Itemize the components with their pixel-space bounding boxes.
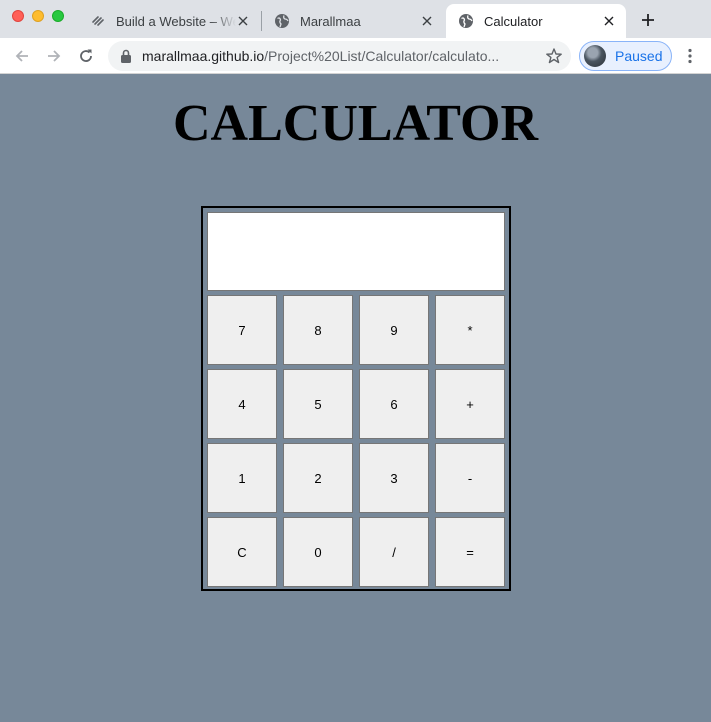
- url-host: marallmaa.github.io: [142, 48, 265, 64]
- browser-toolbar: marallmaa.github.io/Project%20List/Calcu…: [0, 38, 711, 74]
- tab-build-a-website[interactable]: Build a Website – We: [78, 4, 260, 38]
- url-path: /Project%20List/Calculator/calculato...: [264, 48, 500, 64]
- key-0[interactable]: 0: [283, 517, 353, 587]
- globe-icon: [458, 13, 474, 29]
- tab-title: Build a Website – We: [116, 13, 236, 29]
- profile-button[interactable]: Paused: [579, 41, 672, 71]
- key-8[interactable]: 8: [283, 295, 353, 365]
- reload-icon: [80, 49, 92, 62]
- key-4[interactable]: 4: [207, 369, 277, 439]
- profile-status-label: Paused: [615, 48, 663, 64]
- key-add[interactable]: +: [435, 369, 505, 439]
- close-icon[interactable]: [600, 12, 618, 30]
- plus-icon: [642, 14, 654, 26]
- arrow-left-icon: [15, 50, 28, 62]
- key-9[interactable]: 9: [359, 295, 429, 365]
- bookmark-star-icon[interactable]: [545, 47, 563, 65]
- close-icon[interactable]: [418, 12, 436, 30]
- key-multiply[interactable]: *: [435, 295, 505, 365]
- squarespace-icon: [90, 13, 106, 29]
- key-6[interactable]: 6: [359, 369, 429, 439]
- close-window-button[interactable]: [12, 10, 24, 22]
- minimize-window-button[interactable]: [32, 10, 44, 22]
- key-5[interactable]: 5: [283, 369, 353, 439]
- key-clear[interactable]: C: [207, 517, 277, 587]
- maximize-window-button[interactable]: [52, 10, 64, 22]
- new-tab-button[interactable]: [638, 10, 658, 30]
- tab-marallmaa[interactable]: Marallmaa: [262, 4, 444, 38]
- calculator: 7 8 9 * 4 5 6 + 1 2 3 - C 0 / =: [201, 206, 511, 591]
- key-1[interactable]: 1: [207, 443, 277, 513]
- address-bar[interactable]: marallmaa.github.io/Project%20List/Calcu…: [108, 41, 571, 71]
- url-text: marallmaa.github.io/Project%20List/Calcu…: [142, 48, 542, 64]
- kebab-menu-icon: [688, 48, 692, 64]
- tab-strip: Build a Website – We Marallmaa Calculato…: [0, 0, 711, 38]
- arrow-right-icon: [48, 50, 61, 62]
- forward-button[interactable]: [44, 46, 64, 66]
- globe-icon: [274, 13, 290, 29]
- tab-calculator[interactable]: Calculator: [446, 4, 626, 38]
- key-subtract[interactable]: -: [435, 443, 505, 513]
- key-equals[interactable]: =: [435, 517, 505, 587]
- key-3[interactable]: 3: [359, 443, 429, 513]
- tab-title: Calculator: [484, 13, 543, 29]
- key-2[interactable]: 2: [283, 443, 353, 513]
- close-icon[interactable]: [234, 12, 252, 30]
- calculator-display[interactable]: [207, 212, 505, 291]
- page-title: CALCULATOR: [172, 95, 538, 152]
- reload-button[interactable]: [76, 46, 96, 66]
- avatar: [584, 45, 606, 67]
- tab-title: Marallmaa: [300, 13, 361, 29]
- key-7[interactable]: 7: [207, 295, 277, 365]
- lock-icon: [121, 49, 131, 63]
- back-button[interactable]: [12, 46, 32, 66]
- browser-menu-button[interactable]: [682, 46, 698, 66]
- key-divide[interactable]: /: [359, 517, 429, 587]
